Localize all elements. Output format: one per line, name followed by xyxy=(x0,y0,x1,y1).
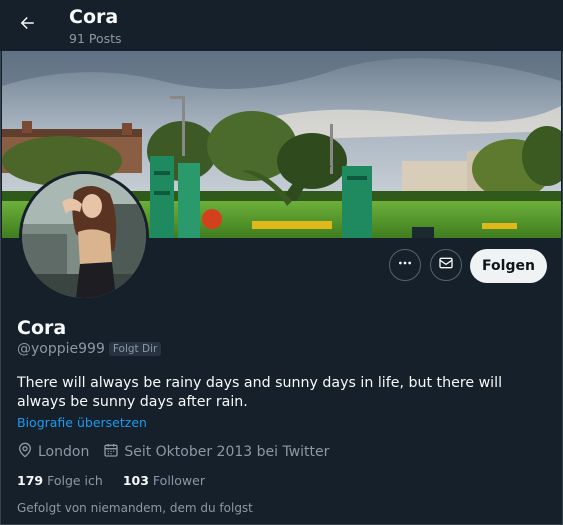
profile-name: Cora xyxy=(17,317,67,339)
location-item: London xyxy=(17,442,89,462)
followers-label: Follower xyxy=(152,473,205,488)
follow-button[interactable]: Folgen xyxy=(470,249,547,283)
page-title: Cora xyxy=(69,6,119,28)
profile-bio: There will always be rainy days and sunn… xyxy=(17,375,503,410)
back-button[interactable] xyxy=(10,8,44,42)
follows-you-badge: Folgt Dir xyxy=(108,342,162,356)
joined-item: Seit Oktober 2013 bei Twitter xyxy=(103,442,329,462)
profile-handle: @yoppie999 xyxy=(17,341,105,357)
followers-count: 103 xyxy=(122,473,149,488)
following-link[interactable]: 179 Folge ich xyxy=(17,473,103,488)
profile-meta: London Seit Oktober 2013 bei Twitter xyxy=(17,442,343,462)
mail-icon xyxy=(438,255,454,275)
posts-count: 91 Posts xyxy=(69,31,122,46)
followers-link[interactable]: 103 Follower xyxy=(123,473,205,488)
handle-row: @yoppie999 Folgt Dir xyxy=(17,341,162,357)
top-bar: Cora 91 Posts xyxy=(0,0,563,51)
avatar-image xyxy=(22,174,146,298)
followed-by-text: Gefolgt von niemandem, dem du folgst xyxy=(17,501,253,515)
location-text: London xyxy=(38,444,90,460)
follow-counts: 179 Folge ich 103 Follower xyxy=(17,473,225,488)
calendar-icon xyxy=(103,442,119,462)
avatar[interactable] xyxy=(19,171,149,301)
translate-bio-link[interactable]: Biografie übersetzen xyxy=(17,415,147,430)
message-button[interactable] xyxy=(430,249,462,281)
following-label: Folge ich xyxy=(47,473,103,488)
arrow-left-icon xyxy=(18,14,36,36)
location-pin-icon xyxy=(17,442,33,462)
following-count: 179 xyxy=(17,473,44,488)
more-icon xyxy=(397,255,413,275)
joined-text: Seit Oktober 2013 bei Twitter xyxy=(124,444,330,460)
more-button[interactable] xyxy=(389,249,421,281)
